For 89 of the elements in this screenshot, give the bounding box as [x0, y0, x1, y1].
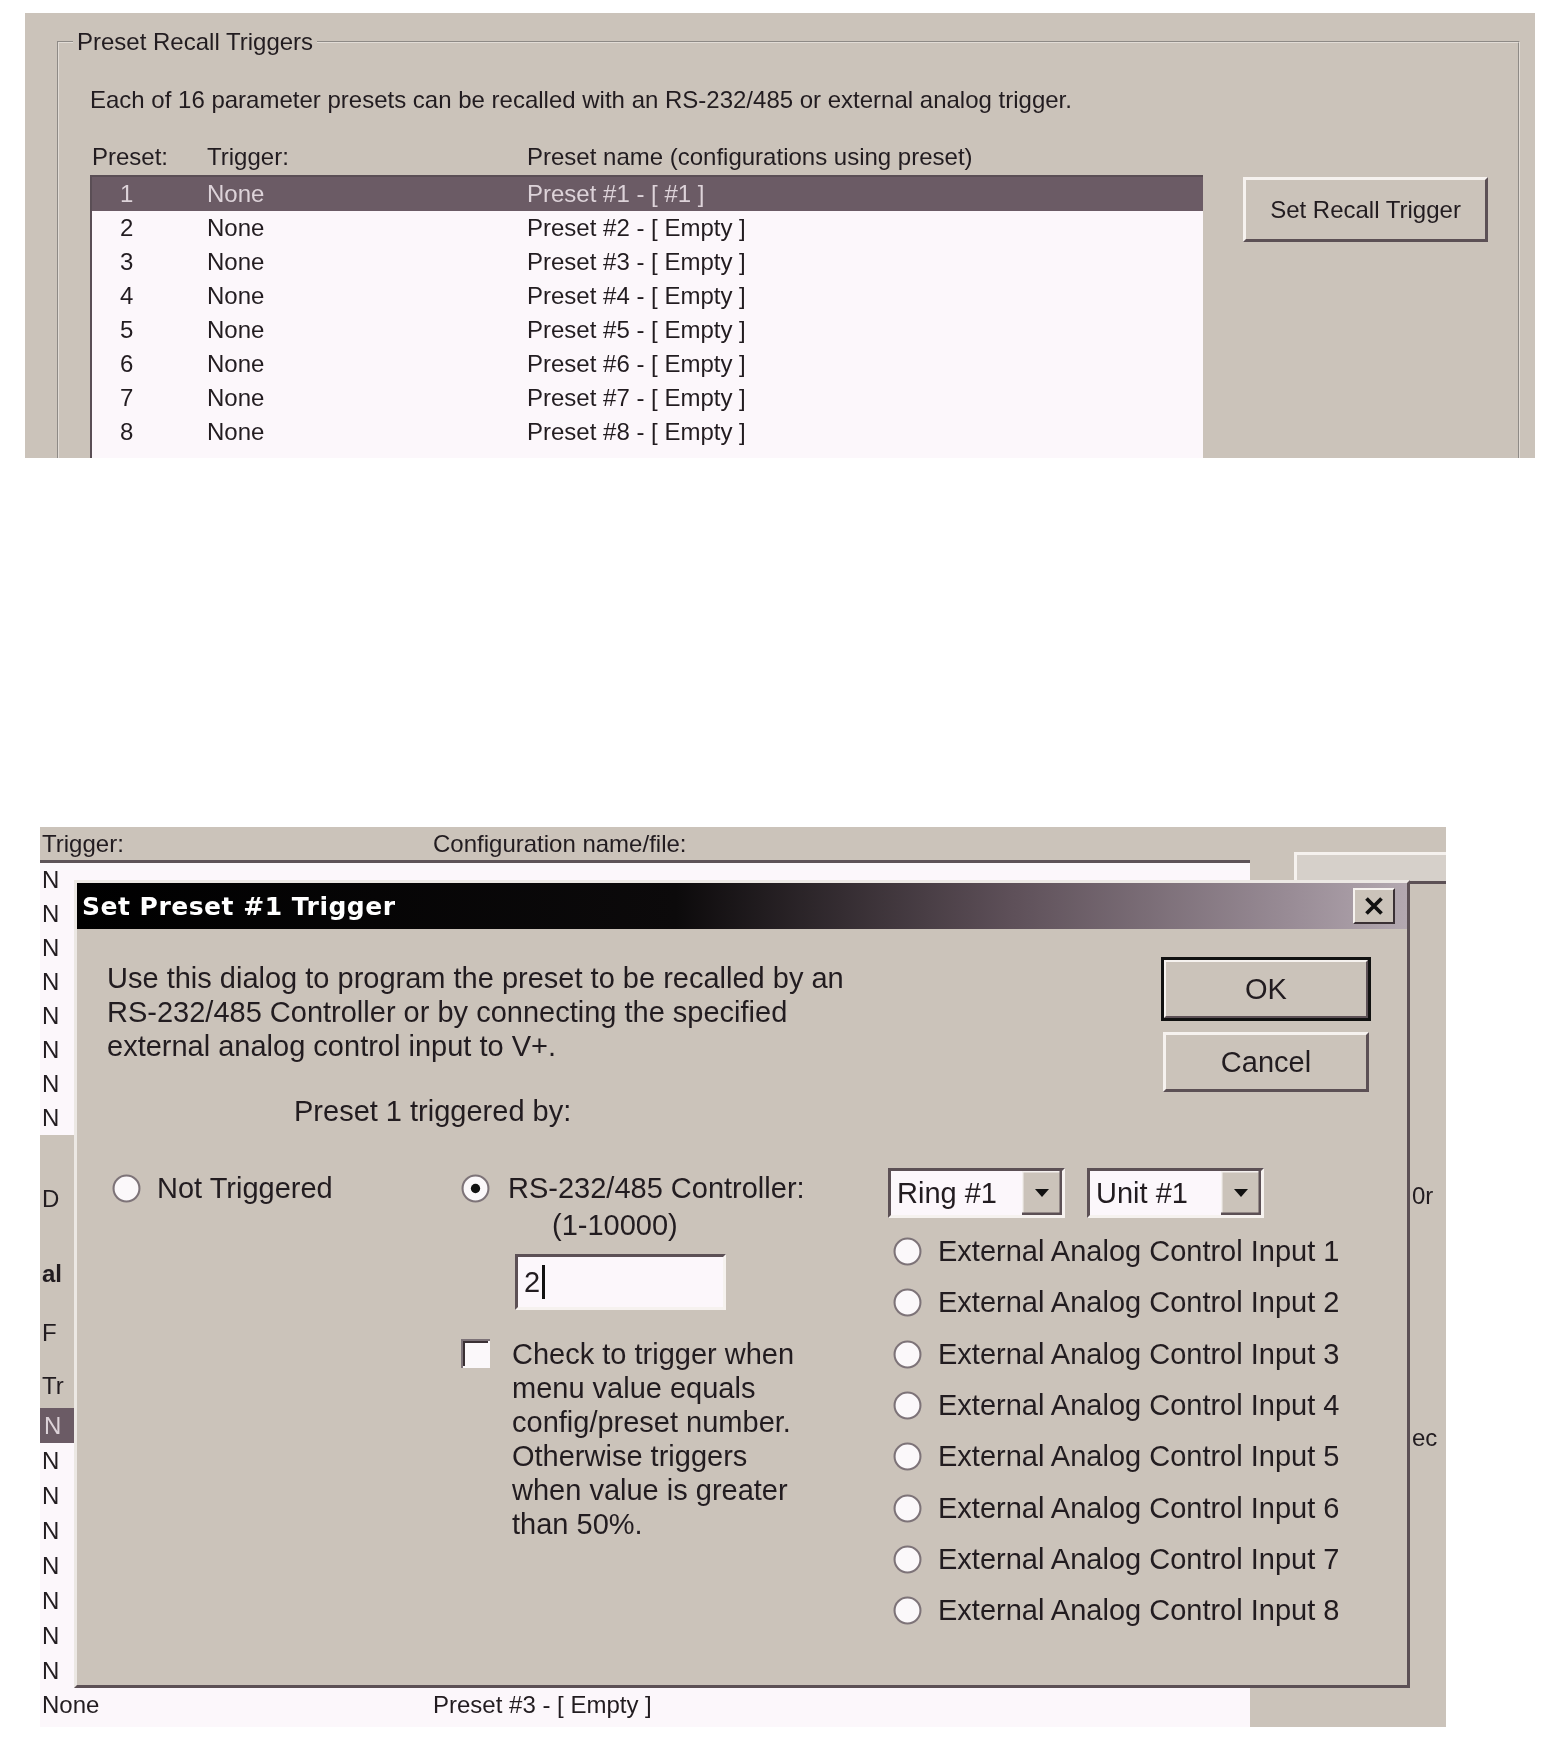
description-text: Each of 16 parameter presets can be recalled with an RS-232/485 or external analog trigger.: [90, 85, 1073, 115]
table-cell: N: [42, 1036, 60, 1064]
table-cell: N: [42, 1104, 60, 1132]
table-cell-text: 3: [119, 247, 135, 277]
table-cell-text: Preset #6 - [ Empty ]: [527, 349, 747, 379]
label-fragment: Tr: [42, 1371, 64, 1401]
table-cell: N: [42, 1070, 60, 1098]
column-header: Configuration name/file:: [433, 829, 688, 859]
column-header: Trigger:: [207, 142, 290, 172]
radio-option[interactable]: External Analog Control Input 7: [893, 1533, 1369, 1586]
ring-dropdown[interactable]: Ring #1: [888, 1168, 1065, 1218]
list-row[interactable]: 2 None Preset #2 - [ Empty ]: [92, 211, 1203, 245]
radio-option[interactable]: External Analog Control Input 8: [893, 1585, 1369, 1637]
input-field[interactable]: 2: [515, 1254, 726, 1310]
dialog-description: Use this dialog to program the preset to be recalled by an RS-232/485 Controller or by connecting the specified external analog control input to V+.: [107, 961, 845, 1063]
checkbox-option[interactable]: Check to trigger when menu value equals config/preset number. Otherwise triggers when value is greater than 50%.: [461, 1337, 888, 1541]
dialog-title: Set Preset #1 Trigger: [81, 891, 396, 921]
table-cell-text: 4: [119, 281, 135, 311]
radio-option[interactable]: External Analog Control Input 3: [893, 1328, 1369, 1380]
table-cell: N: [42, 900, 60, 928]
table-cell-text: N: [42, 1621, 61, 1650]
radio-option[interactable]: External Analog Control Input 1: [893, 1226, 1369, 1278]
table-cell-text: 1: [119, 179, 135, 209]
close-icon: [1364, 897, 1384, 915]
table-cell-text: Preset #3 - [ Empty ]: [527, 247, 747, 277]
table-cell-text: N: [42, 1551, 61, 1580]
list-row[interactable]: 6 None Preset #6 - [ Empty ]: [92, 347, 1203, 381]
label-fragment: D: [42, 1184, 60, 1214]
table-cell-text: None: [207, 417, 266, 447]
table-cell: N: [42, 934, 60, 962]
column-header: Trigger:: [42, 829, 125, 859]
table-cell: N: [42, 866, 60, 894]
label-fragment: ec: [1412, 1423, 1438, 1453]
table-cell-text: Preset #1 - [ #1 ]: [527, 179, 706, 209]
group-title: Preset Recall Triggers: [76, 28, 315, 56]
radio-option[interactable]: External Analog Control Input 6: [893, 1482, 1369, 1534]
table-cell-text: None: [207, 179, 266, 209]
table-cell-text: 8: [119, 417, 135, 447]
table-cell-text: None: [207, 213, 266, 243]
list-row[interactable]: 7 None Preset #7 - [ Empty ]: [92, 381, 1203, 415]
label-fragment: F: [42, 1318, 57, 1348]
radio-option[interactable]: External Analog Control Input 4: [893, 1379, 1369, 1432]
radio-option[interactable]: External Analog Control Input 5: [893, 1431, 1369, 1483]
list-row[interactable]: 1 None Preset #1 - [ #1 ]: [92, 177, 1203, 211]
range-hint: (1-10000): [552, 1208, 679, 1242]
cancel-button[interactable]: Cancel: [1163, 1032, 1369, 1092]
close-button[interactable]: [1353, 888, 1395, 924]
table-cell-text: 7: [119, 383, 135, 413]
table-cell: N: [42, 1002, 60, 1030]
table-cell-text: N: [42, 1516, 61, 1545]
column-header: Preset name (configurations using preset): [527, 142, 974, 172]
section-label: Preset 1 triggered by:: [294, 1094, 573, 1128]
table-cell-text: None: [207, 247, 266, 277]
list-row[interactable]: 4 None Preset #4 - [ Empty ]: [92, 279, 1203, 313]
table-cell-text: N: [43, 1411, 63, 1440]
radio-option[interactable]: External Analog Control Input 2: [893, 1277, 1369, 1329]
table-cell-text: 6: [119, 349, 135, 379]
table-cell-text: Preset #2 - [ Empty ]: [527, 213, 747, 243]
label-fragment: al: [42, 1259, 62, 1289]
list-row[interactable]: 5 None Preset #5 - [ Empty ]: [92, 313, 1203, 347]
table-cell-text: None: [207, 349, 266, 379]
partial-button[interactable]: [1294, 852, 1446, 884]
caret-icon: [1022, 1171, 1062, 1215]
table-cell-text: 5: [119, 315, 135, 345]
caret-icon: [1221, 1171, 1261, 1215]
label-fragment: 0r: [1412, 1181, 1434, 1211]
table-cell-text: None: [42, 1691, 101, 1719]
list-row[interactable]: 8 None Preset #8 - [ Empty ]: [92, 415, 1203, 449]
text-cursor-icon: [542, 1265, 546, 1299]
list-row[interactable]: 3 None Preset #3 - [ Empty ]: [92, 245, 1203, 279]
table-cell: N: [42, 968, 60, 996]
ok-button[interactable]: OK: [1163, 959, 1369, 1019]
radio-option[interactable]: Not Triggered: [112, 1168, 461, 1208]
table-cell-text: Preset #3 - [ Empty ]: [433, 1691, 653, 1719]
table-cell-text: Preset #5 - [ Empty ]: [527, 315, 747, 345]
table-cell-text: Preset #7 - [ Empty ]: [527, 383, 747, 413]
set-recall-trigger-button[interactable]: Set Recall Trigger: [1243, 177, 1488, 242]
table-cell-text: N: [42, 1656, 61, 1685]
table-cell-text: Preset #8 - [ Empty ]: [527, 417, 747, 447]
table-cell-text: None: [207, 281, 266, 311]
table-cell-text: N: [42, 1586, 61, 1615]
list-row[interactable]: None Preset #3 - [ Empty ]: [40, 1688, 1250, 1722]
table-cell-text: 2: [119, 213, 135, 243]
column-header: Preset:: [92, 142, 170, 172]
table-cell-text: None: [207, 315, 266, 345]
table-cell-text: Preset #4 - [ Empty ]: [527, 281, 747, 311]
radio-option[interactable]: RS-232/485 Controller:: [461, 1168, 888, 1208]
table-cell-text: None: [207, 383, 266, 413]
unit-dropdown[interactable]: Unit #1: [1087, 1168, 1264, 1218]
